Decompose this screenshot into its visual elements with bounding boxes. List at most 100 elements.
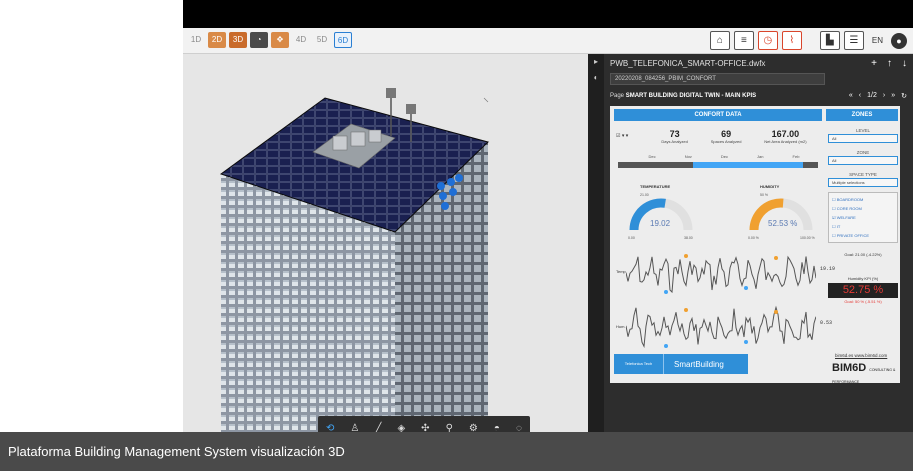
page-title-line: Page SMART BUILDING DIGITAL TWIN - MAIN … [610,93,756,99]
mode-6d[interactable]: 6D [334,32,352,48]
timer-icon[interactable]: ◷ [757,31,778,50]
user-avatar-icon[interactable]: ● [891,32,907,49]
pager: « ‹ 1/2 › » ↻ [849,92,907,100]
roof-equipment [332,135,348,151]
space-type-option[interactable]: ☐ PRIVATE OFFICE [832,231,894,240]
temp-series-value: 19.19 [820,266,836,272]
mode-5d[interactable]: 5D [313,32,331,48]
space-type-option-label: WELFARE [836,215,856,220]
3d-viewport[interactable]: ⟲ ♙ ╱ ◈ ✣ ⚲ ⚙ ◓ ◌ [183,54,588,443]
site-links[interactable]: bim6d.es www.bim6d.com [835,353,887,358]
download-arrow-icon[interactable]: ↓ [902,58,907,69]
expand-arrow-icon[interactable]: ▸ [588,54,604,70]
panel-tabs: ▸ ◐ [588,54,604,443]
temperature-title: TEMPERATURE [640,184,671,189]
mode-4d[interactable]: 4D [292,32,310,48]
trend-icon[interactable]: ⌇ [781,31,802,50]
space-type-option-label: PRIVATE OFFICE [836,233,870,238]
kpi-cards: 73 Days Analyzed 69 Spaces Analyzed 167.00… [650,129,818,144]
waveform-marker [684,254,688,258]
report-selector[interactable]: 20220208_084256_PBIM_CONFORT [610,73,825,85]
zone-level: LEVEL All [828,128,898,143]
month-label: Dec [648,154,656,159]
humidity-kpi-value: 52.75 % [828,283,898,298]
bim6d-logo: BIM6D CONSULTING & PERFORMANCE [832,362,900,383]
date-range-fill [693,162,803,168]
waveform-line [626,255,816,294]
waveform-line [626,305,816,349]
space-type-dropdown[interactable]: Multiple selections [828,178,898,187]
humidity-gauge [749,198,813,231]
zone-space: SPACE TYPE Multiple selections [828,172,898,187]
space-type-option[interactable]: ☐ CORE ROOM [832,204,894,213]
mode-2d[interactable]: 2D [208,32,226,48]
kpi-value: 167.00 [771,129,800,139]
kpi-label: Net Area Analyzed (m2) [764,139,807,144]
month-label: Jan [757,154,764,159]
space-type-option[interactable]: ☐ IT [832,222,894,231]
first-page-icon[interactable]: « [849,92,853,100]
dimension-modes: 1D 2D 3D ◔ ✥ 4D 5D 6D [187,32,352,48]
move-icon[interactable]: ✥ [271,32,289,48]
refresh-icon[interactable]: ↻ [901,92,907,100]
list-icon[interactable]: ≡ [733,31,754,50]
waveform-marker [744,340,748,344]
zone-zone-label: ZONE [856,150,870,155]
space-type-option[interactable]: ☐ BOARDROOM [832,195,894,204]
file-name: PWB_TELEFONICA_SMART-OFFICE.dwfx [610,58,766,68]
pie-chart-icon[interactable]: ◔ [250,32,268,48]
right-tools: ⌂ ≡ ◷ ⌇ ▙ ☰ EN ● [709,31,907,50]
page-row: Page SMART BUILDING DIGITAL TWIN - MAIN … [610,90,907,102]
humidity-kpi-title: Humidity KPI (%) [847,276,879,281]
bim6d-logo-text: BIM6D [832,362,867,374]
filter-checks[interactable]: ☑ ▾ ▾ [616,133,628,139]
settings-list-icon[interactable]: ☰ [843,31,864,50]
kpi-days: 73 Days Analyzed [661,129,687,144]
building-icon[interactable]: ▙ [819,31,840,50]
humidity-min: 0.00 % [748,236,759,240]
waveform-marker [774,256,778,260]
zone-zone: ZONE All [828,150,898,165]
add-icon[interactable]: + [871,58,877,69]
temperature-waveform [626,254,816,294]
waveform-marker [664,290,668,294]
page-title: SMART BUILDING DIGITAL TWIN - MAIN KPIS [625,93,757,99]
mode-3d[interactable]: 3D [229,32,247,48]
space-type-option[interactable]: ☑ WELFARE [832,213,894,222]
cursor-cross [483,97,489,103]
powerbi-report: CONFORT DATA ZONES ☑ ▾ ▾ 73 Days Analyzed… [610,106,900,383]
panel-header: PWB_TELEFONICA_SMART-OFFICE.dwfx + ↑ ↓ [604,54,913,72]
space-type-option-label: BOARDROOM [836,197,864,202]
waveform-marker [664,344,668,348]
temperature-min: 0.00 [628,236,635,240]
kpi-value: 73 [669,129,680,139]
zone-space-label: SPACE TYPE [849,172,877,177]
upload-arrow-icon[interactable]: ↑ [887,58,892,69]
level-dropdown[interactable]: All [828,134,898,143]
waveform-marker [684,308,688,312]
humidity-kpi-goal: Goal: 50 % (-5.51 %) [844,299,882,304]
building-model [219,88,489,443]
hum-series-value: 0.53 [820,320,833,326]
mode-1d[interactable]: 1D [187,32,205,48]
space-type-option-label: CORE ROOM [836,206,862,211]
humidity-waveform [626,305,816,349]
last-page-icon[interactable]: » [891,92,895,100]
kpi-side-panel: ▸ ◐ PWB_TELEFONICA_SMART-OFFICE.dwfx + ↑… [588,54,913,443]
kpi-value: 69 [721,129,732,139]
dashboard-icon[interactable]: ◐ [588,70,604,86]
bim-viewer-app: 1D 2D 3D ◔ ✥ 4D 5D 6D ⌂ ≡ ◷ ⌇ ▙ ☰ EN ● ⟲… [183,0,913,443]
zone-dropdown[interactable]: All [828,156,898,165]
prev-page-icon[interactable]: ‹ [859,92,861,100]
language-selector[interactable]: EN [872,36,883,45]
temperature-goal: Goal: 21.00 (-4.22%) [844,252,882,257]
telefonica-logo: Telefonica Tech [614,354,664,374]
temperature-max: 38.00 [684,236,693,240]
next-page-icon[interactable]: › [883,92,885,100]
zone-level-label: LEVEL [855,128,870,133]
brand-banner: Telefonica Tech SmartBuilding [614,354,748,374]
waveform-marker [774,310,778,314]
home-icon[interactable]: ⌂ [709,31,730,50]
video-caption: Plataforma Building Management System vi… [0,432,913,471]
date-range-slider[interactable] [618,162,818,168]
